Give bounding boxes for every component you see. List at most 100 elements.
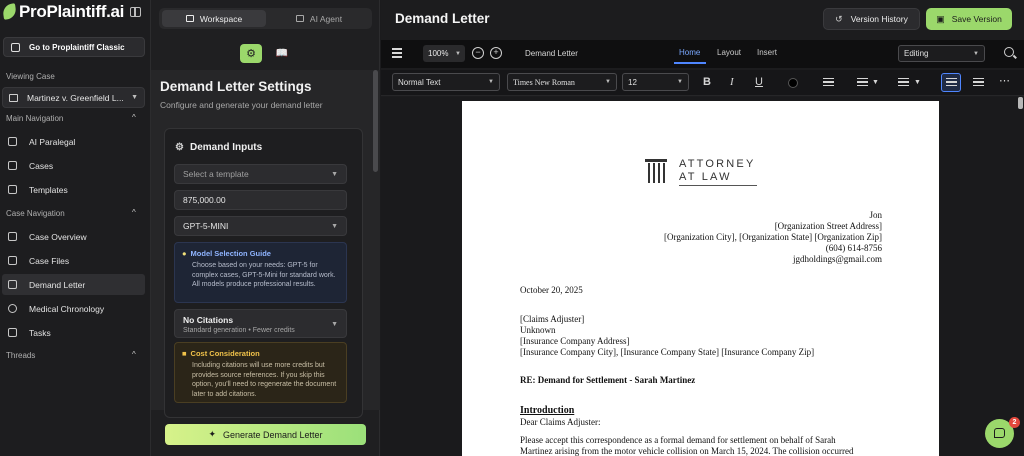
sidebar-item-label: Tasks <box>29 327 51 338</box>
save-version-button[interactable]: ▣ Save Version <box>926 8 1012 30</box>
chevron-down-icon: ▼ <box>973 50 979 57</box>
cost-text: Including citations will use more credit… <box>192 362 337 398</box>
letter-page[interactable]: ATTORNEY AT LAW Jon [Organization Street… <box>462 101 939 456</box>
chat-bubble-icon <box>994 428 1005 438</box>
generate-demand-letter-button[interactable]: ✦ Generate Demand Letter <box>165 424 366 445</box>
zoom-out-icon[interactable]: − <box>472 47 484 59</box>
zoom-select[interactable]: 100% ▼ <box>423 45 465 62</box>
demand-amount-input[interactable]: 875,000.00 <box>174 190 347 210</box>
threads-chevron-up-icon[interactable]: ^ <box>132 350 136 359</box>
chevron-down-icon: ▼ <box>331 170 338 178</box>
font-family-select[interactable]: Times New Roman ▼ <box>507 73 617 91</box>
chevron-down-icon: ▼ <box>677 79 683 85</box>
cost-title: Cost Consideration <box>190 349 260 358</box>
tab-label: AI Agent <box>309 13 343 24</box>
hamburger-menu-icon[interactable] <box>392 48 402 58</box>
settings-panel: Workspace AI Agent ⚙ 📖 Demand Letter Set… <box>151 0 380 456</box>
sidebar-item-cases[interactable]: Cases <box>2 155 145 176</box>
sidebar-item-medical-chronology[interactable]: Medical Chronology <box>2 298 145 319</box>
line-spacing-icon[interactable] <box>823 78 834 88</box>
sidebar-item-tasks[interactable]: Tasks <box>2 322 145 343</box>
introduction-heading: Introduction <box>520 405 575 416</box>
sidebar-item-ai-paralegal[interactable]: AI Paralegal <box>2 131 145 152</box>
paragraph-style-select[interactable]: Normal Text ▼ <box>392 73 500 91</box>
chat-icon <box>8 137 17 146</box>
case-selector[interactable]: Martinez v. Greenfield L... ▼ <box>2 87 145 108</box>
logo-rule <box>679 185 757 186</box>
chevron-down-icon: ▼ <box>455 50 461 57</box>
template-placeholder: Select a template <box>183 169 249 179</box>
sidebar-item-label: Case Overview <box>29 231 87 242</box>
chevron-down-icon: ▼ <box>331 222 338 230</box>
tab-workspace[interactable]: Workspace <box>162 10 266 27</box>
align-left-icon[interactable] <box>946 78 957 88</box>
zoom-in-icon[interactable]: + <box>490 47 502 59</box>
body-line: Martinez arising from the motor vehicle … <box>520 446 854 456</box>
recipient-line: [Insurance Company Address] <box>520 336 630 346</box>
citations-select[interactable]: No Citations Standard generation • Fewer… <box>174 309 347 338</box>
model-select[interactable]: GPT-5-MINI ▼ <box>174 216 347 236</box>
brand-leaf-icon <box>2 3 17 20</box>
main-navigation-label: Main Navigation <box>6 114 64 123</box>
version-history-button[interactable]: ↺ Version History <box>823 8 920 30</box>
brand-name[interactable]: ProPlaintiff.ai <box>19 2 124 22</box>
bullet-list-icon[interactable] <box>857 78 868 88</box>
align-center-icon[interactable] <box>973 78 984 88</box>
briefcase-icon <box>9 93 18 102</box>
search-icon[interactable] <box>1004 47 1014 57</box>
sidebar-item-label: Cases <box>29 160 54 171</box>
sidebar-item-label: Demand Letter <box>29 279 86 290</box>
tab-layout[interactable]: Layout <box>717 48 741 57</box>
editing-mode-select[interactable]: Editing ▼ <box>898 45 985 62</box>
sender-phone: (604) 614-8756 <box>825 243 882 253</box>
recipient-line: Unknown <box>520 325 556 335</box>
sidebar-item-demand-letter[interactable]: Demand Letter <box>2 274 145 295</box>
tab-home[interactable]: Home <box>679 48 700 57</box>
panel-scrollbar[interactable] <box>373 70 378 172</box>
go-to-classic-button[interactable]: Go to Proplaintiff Classic <box>3 37 145 57</box>
chevron-down-icon[interactable]: ▼ <box>872 79 879 86</box>
bold-icon[interactable]: B <box>703 76 711 88</box>
gear-icon: ⚙ <box>246 48 256 60</box>
cost-heading: ■ Cost Consideration <box>182 349 260 358</box>
sidebar-collapse-icon[interactable] <box>130 7 141 17</box>
more-options-icon[interactable]: ⋯ <box>999 74 1010 87</box>
app-root: ProPlaintiff.ai Go to Proplaintiff Class… <box>0 0 1024 456</box>
mail-icon <box>8 280 17 289</box>
font-size-select[interactable]: 12 ▼ <box>622 73 689 91</box>
template-select[interactable]: Select a template ▼ <box>174 164 347 184</box>
case-navigation-label: Case Navigation <box>6 209 65 218</box>
document-icon <box>8 185 17 194</box>
tab-ai-agent[interactable]: AI Agent <box>267 10 371 27</box>
settings-view-button[interactable]: ⚙ <box>240 44 262 63</box>
law-firm-logo: ATTORNEY AT LAW <box>645 157 757 189</box>
sidebar-item-case-overview[interactable]: Case Overview <box>2 226 145 247</box>
letter-date: October 20, 2025 <box>520 285 583 295</box>
main-nav-chevron-up-icon[interactable]: ^ <box>132 113 136 122</box>
document-name[interactable]: Demand Letter <box>525 49 578 58</box>
editor-menubar: 100% ▼ − + Demand Letter Home Layout Ins… <box>381 40 1024 68</box>
citations-title: No Citations <box>183 315 234 325</box>
preview-view-button[interactable]: 📖 <box>271 44 293 63</box>
sidebar-item-case-files[interactable]: Case Files <box>2 250 145 271</box>
generate-label: Generate Demand Letter <box>222 429 323 440</box>
chevron-down-icon: ▼ <box>131 94 138 101</box>
text-color-icon[interactable] <box>788 78 798 88</box>
document-canvas[interactable]: ATTORNEY AT LAW Jon [Organization Street… <box>381 97 1024 456</box>
external-link-icon <box>11 42 20 52</box>
recipient-line: [Claims Adjuster] <box>520 314 585 324</box>
underline-icon[interactable]: U <box>755 76 763 88</box>
sender-street: [Organization Street Address] <box>774 221 882 231</box>
panel-tabbar: Workspace AI Agent <box>159 8 372 29</box>
editor-scrollbar[interactable] <box>1018 97 1023 109</box>
guide-heading: ● Model Selection Guide <box>182 249 271 258</box>
tab-insert[interactable]: Insert <box>757 48 777 57</box>
sidebar-item-label: Medical Chronology <box>29 303 105 314</box>
numbered-list-icon[interactable] <box>898 78 909 88</box>
italic-icon[interactable]: I <box>730 76 734 88</box>
chevron-down-icon: ▼ <box>488 79 494 85</box>
citations-subtitle: Standard generation • Fewer credits <box>183 327 295 334</box>
chevron-down-icon[interactable]: ▼ <box>914 79 921 86</box>
sidebar-item-templates[interactable]: Templates <box>2 179 145 200</box>
case-nav-chevron-up-icon[interactable]: ^ <box>132 208 136 217</box>
